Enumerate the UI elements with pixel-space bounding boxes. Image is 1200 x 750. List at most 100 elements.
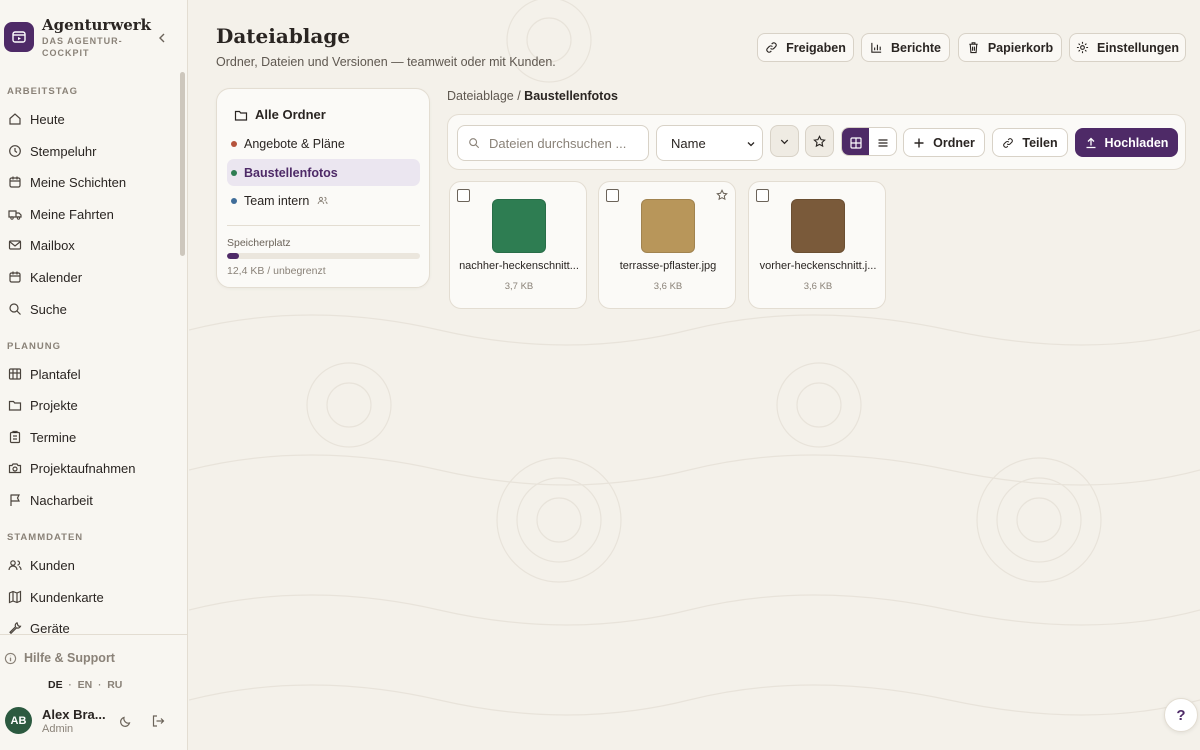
breadcrumb: Dateiablage / Baustellenfotos: [447, 89, 618, 103]
user-role: Admin: [42, 723, 74, 735]
search-icon: [469, 138, 480, 149]
list-view-button[interactable]: [869, 128, 896, 155]
reports-button[interactable]: Berichte: [861, 33, 950, 62]
logout-icon[interactable]: [151, 714, 165, 728]
board-icon: [8, 368, 22, 380]
sidebar-item-termine[interactable]: Termine: [0, 423, 178, 451]
folder-item-team-intern[interactable]: Team intern: [227, 187, 420, 214]
sidebar-item-kundenkarte[interactable]: Kundenkarte: [0, 583, 178, 611]
settings-button[interactable]: Einstellungen: [1069, 33, 1186, 62]
sort-select[interactable]: Name: [656, 125, 763, 161]
folder-panel: Alle Ordner Angebote & Pläne Baustellenf…: [216, 88, 430, 288]
sidebar: Agenturwerk DAS AGENTUR- COCKPIT ARBEITST…: [0, 0, 188, 750]
sidebar-item-projektaufnahmen[interactable]: Projektaufnahmen: [0, 454, 178, 482]
sidebar-item-nacharbeit[interactable]: Nacharbeit: [0, 486, 178, 514]
file-size: 3,6 KB: [803, 281, 833, 292]
link-icon: [1003, 137, 1014, 148]
sidebar-item-stempeluhr[interactable]: Stempeluhr: [0, 137, 178, 165]
all-folders-label: Alle Ordner: [255, 107, 326, 122]
file-checkbox[interactable]: [606, 189, 619, 202]
share-button[interactable]: Teilen: [992, 128, 1068, 157]
sidebar-item-label: Mailbox: [30, 237, 75, 253]
gear-icon: [1076, 41, 1089, 54]
sidebar-item-projekte[interactable]: Projekte: [0, 391, 178, 419]
help-button[interactable]: ?: [1164, 698, 1198, 732]
lang-en[interactable]: EN: [78, 679, 93, 691]
file-toolbar: Name Ordner Teilen Hochladen: [447, 114, 1186, 170]
language-switcher: DE · EN · RU: [48, 679, 122, 691]
sidebar-item-label: Meine Fahrten: [30, 206, 114, 222]
sidebar-item-suche[interactable]: Suche: [0, 295, 178, 323]
sidebar-item-meine-schichten[interactable]: Meine Schichten: [0, 168, 178, 196]
file-size: 3,7 KB: [504, 281, 534, 292]
trash-button[interactable]: Papierkorb: [958, 33, 1062, 62]
wrench-icon: [9, 621, 22, 635]
storage-progress-bar: [227, 253, 420, 259]
sidebar-item-label: Meine Schichten: [30, 174, 127, 190]
help-support-link[interactable]: Hilfe & Support: [4, 651, 115, 665]
lang-ru[interactable]: RU: [107, 679, 122, 691]
folder-item-angebote[interactable]: Angebote & Pläne: [227, 130, 420, 157]
flag-icon: [10, 494, 20, 506]
avatar[interactable]: AB: [5, 707, 32, 734]
breadcrumb-root[interactable]: Dateiablage: [447, 89, 514, 103]
folder-label: Angebote & Pläne: [244, 136, 345, 151]
sidebar-item-label: Heute: [30, 111, 65, 127]
sidebar-item-label: Kundenkarte: [30, 589, 104, 605]
upload-button[interactable]: Hochladen: [1075, 128, 1178, 157]
calendar-icon: [9, 271, 21, 283]
sidebar-item-kunden[interactable]: Kunden: [0, 551, 178, 579]
collapse-sidebar-icon[interactable]: [155, 31, 169, 45]
file-size: 3,6 KB: [653, 281, 683, 292]
star-icon: [813, 134, 826, 147]
folder-label: Baustellenfotos: [244, 165, 338, 180]
brand-tagline: DAS AGENTUR- COCKPIT: [42, 35, 123, 59]
lang-separator: ·: [98, 680, 102, 690]
brand-tagline-line-2: COCKPIT: [42, 48, 90, 58]
truck-icon: [8, 210, 22, 220]
lang-de[interactable]: DE: [48, 679, 63, 691]
home-icon: [9, 113, 21, 125]
search-icon: [9, 303, 21, 315]
file-name: terrasse-pflaster.jpg: [619, 260, 717, 272]
grid-view-button[interactable]: [842, 128, 869, 155]
dark-mode-icon[interactable]: [119, 714, 133, 728]
shares-button[interactable]: Freigaben: [757, 33, 854, 62]
sidebar-item-label: Projekte: [30, 397, 78, 413]
file-checkbox[interactable]: [756, 189, 769, 202]
main-content: Dateiablage Ordner, Dateien und Versione…: [189, 0, 1200, 750]
sidebar-item-mailbox[interactable]: Mailbox: [0, 231, 178, 259]
new-folder-button[interactable]: Ordner: [903, 128, 985, 157]
file-card[interactable]: terrasse-pflaster.jpg 3,6 KB: [598, 181, 736, 309]
sort-direction-button[interactable]: [770, 125, 799, 157]
shared-users-icon: [318, 196, 328, 205]
brand-name: Agenturwerk: [42, 16, 152, 34]
section-title-arbeitstag: ARBEITSTAG: [7, 86, 79, 97]
bar-chart-icon: [871, 42, 882, 53]
search-field[interactable]: [457, 125, 649, 161]
plus-icon: [914, 138, 924, 147]
sidebar-item-plantafel[interactable]: Plantafel: [0, 360, 178, 388]
sidebar-item-label: Plantafel: [30, 366, 81, 382]
sidebar-scrollbar[interactable]: [180, 72, 185, 256]
list-icon: [878, 138, 887, 147]
divider: [227, 225, 420, 226]
file-checkbox[interactable]: [457, 189, 470, 202]
link-icon: [766, 42, 777, 53]
breadcrumb-separator: /: [517, 89, 521, 103]
calendar-icon: [9, 176, 21, 188]
favorites-filter-button[interactable]: [805, 125, 834, 157]
page-subtitle: Ordner, Dateien und Versionen — teamweit…: [216, 55, 556, 69]
favorite-star-icon[interactable]: [716, 189, 728, 201]
all-folders-item[interactable]: Alle Ordner: [234, 107, 326, 122]
sort-value: Name: [671, 135, 706, 151]
file-card[interactable]: nachher-heckenschnitt... 3,7 KB: [449, 181, 587, 309]
folder-item-baustellenfotos[interactable]: Baustellenfotos: [227, 159, 420, 186]
sidebar-item-kalender[interactable]: Kalender: [0, 263, 178, 291]
sidebar-item-label: Nacharbeit: [30, 492, 93, 508]
clipboard-icon: [9, 430, 21, 444]
sidebar-item-heute[interactable]: Heute: [0, 105, 178, 133]
file-card[interactable]: vorher-heckenschnitt.j... 3,6 KB: [748, 181, 886, 309]
search-input[interactable]: [489, 135, 639, 151]
sidebar-item-meine-fahrten[interactable]: Meine Fahrten: [0, 200, 178, 228]
